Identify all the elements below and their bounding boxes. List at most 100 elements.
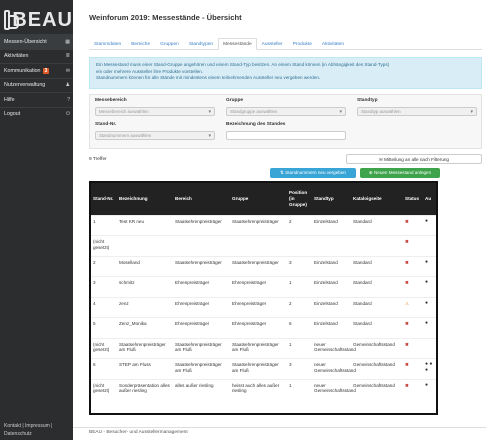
cell-bez	[117, 235, 173, 256]
logo-mark-icon	[4, 10, 20, 30]
filter-standnr-select[interactable]: Standnummern auswählen	[95, 131, 215, 140]
sidebar-item-label: Messen-Übersicht	[4, 38, 47, 45]
column-header[interactable]: Stand-Nr.	[91, 183, 117, 215]
tab-stammdaten[interactable]: Stammdaten	[89, 38, 126, 50]
cell-nr: 2	[91, 255, 117, 277]
cell-status[interactable]: ✖	[403, 337, 423, 359]
cell-bez: Staatsehrenpreisträger am Fluß	[117, 337, 173, 359]
filter-gruppe-select[interactable]: Standgruppe auswählen	[226, 107, 346, 116]
cell-status[interactable]: ✖	[403, 276, 423, 297]
table-row[interactable]: 5 Zenz_Monika Ehrenpreisträger Ehrenpreistr…	[91, 317, 436, 338]
column-header[interactable]: Au	[423, 183, 436, 215]
cell-au[interactable]: ● ● ●	[423, 358, 436, 379]
sidebar-item-label: Hilfe	[4, 96, 15, 103]
cell-status[interactable]: ⚠	[403, 296, 423, 318]
cell-status[interactable]: ✖	[403, 317, 423, 338]
sidebar-item-label: Nutzerverwaltung	[4, 82, 46, 89]
sidebar-footer: Kontakt | Impressum | Datenschutz	[4, 422, 52, 438]
cell-typ	[312, 235, 351, 256]
table-row[interactable]: 3 schmitz Ehrenpreisträger Ehrenpreisträger…	[91, 276, 436, 297]
table-row[interactable]: 1 Test KR neu Staatsehrenpreisträger Staats…	[91, 214, 436, 236]
page-title: Weinforum 2019: Messestände - Übersicht	[89, 13, 242, 22]
notification-badge: 3	[42, 67, 50, 74]
filter-standtyp-select[interactable]: Standtyp auswählen	[357, 107, 477, 116]
table-row[interactable]: (nicht gesetzt) Sonderpräsentation alles …	[91, 378, 436, 400]
cell-status[interactable]: ✖	[403, 378, 423, 400]
column-header[interactable]: Standtyp	[312, 183, 351, 215]
cell-au[interactable]	[423, 337, 436, 359]
column-header[interactable]: Status	[403, 183, 423, 215]
cell-nr: 1	[91, 214, 117, 236]
filter-standtyp-label: Standtyp	[357, 98, 378, 103]
sidebar-item-aktivitäten[interactable]: Aktivitäten ≣	[0, 48, 73, 64]
column-header[interactable]: Gruppe	[230, 183, 287, 215]
cell-nr: 6	[91, 358, 117, 379]
cell-au[interactable]	[423, 235, 436, 256]
cell-gruppe: Staatsehrenpreisträger	[230, 255, 287, 277]
tab-produkte[interactable]: Produkte	[288, 38, 317, 50]
logo[interactable]: BEAU	[0, 0, 73, 34]
stands-table-wrapper[interactable]: Stand-Nr. Bezeichnung Bereich Gruppe Positio…	[89, 181, 438, 415]
sidebar-item-logout[interactable]: Logout ⏻	[0, 106, 73, 122]
sidebar-item-hilfe[interactable]: Hilfe?	[0, 92, 73, 107]
list-icon: ≣	[65, 53, 70, 60]
cell-bereich: Ehrenpreisträger	[173, 276, 230, 297]
sidebar-footer-links[interactable]: Kontakt | Impressum |	[4, 422, 52, 430]
cell-status[interactable]: ✖	[403, 235, 423, 256]
sidebar-nav: Messen-Übersicht ▦ Aktivitäten ≣ Kommunikati…	[0, 34, 73, 121]
tab-aktivitäten[interactable]: Aktivitäten	[317, 38, 349, 50]
cell-kat: Standard	[351, 317, 403, 338]
tab-gruppen[interactable]: Gruppen	[155, 38, 184, 50]
cell-au[interactable]: ●	[423, 296, 436, 318]
info-box: Ein Messestand muss einer Stand-Gruppe a…	[89, 57, 482, 89]
cell-bereich: Staatsehrenpreisträger am Fluß	[173, 358, 230, 379]
cell-nr: 5	[91, 317, 117, 338]
cell-status[interactable]: ✖	[403, 214, 423, 236]
message-all-button[interactable]: ✉ Mitteilung an alle nach Filterung	[346, 154, 482, 164]
cell-au[interactable]: ●	[423, 317, 436, 338]
cell-bereich: Ehrenpreisträger	[173, 296, 230, 318]
table-row[interactable]: 4 zenz Ehrenpreisträger Ehrenpreisträger 2 Ei…	[91, 296, 436, 318]
column-header[interactable]: Position (in Gruppe)	[287, 183, 312, 215]
tab-bereiche[interactable]: Bereiche	[126, 38, 155, 50]
cell-nr: 3	[91, 276, 117, 297]
cell-status[interactable]: ✖	[403, 358, 423, 379]
cell-au[interactable]: ●	[423, 378, 436, 400]
stands-table: Stand-Nr. Bezeichnung Bereich Gruppe Positio…	[91, 183, 436, 400]
tab-aussteller[interactable]: Aussteller	[257, 38, 288, 50]
cell-pos: 1	[287, 276, 312, 297]
column-header[interactable]: Kataloigseite	[351, 183, 403, 215]
sidebar-item-nutzerverwaltung[interactable]: Nutzerverwaltung ♟	[0, 77, 73, 93]
sidebar-item-left: Logout	[4, 111, 20, 117]
new-stand-button[interactable]: ⊕ Neuen Messestand anlegen	[360, 168, 440, 178]
cell-au[interactable]: ●	[423, 276, 436, 297]
filter-messebereich-select[interactable]: Messebereich auswählen	[95, 107, 215, 116]
cell-bez: schmitz	[117, 276, 173, 297]
reassign-numbers-button[interactable]: ⇅ Standnummern neu vergeben	[270, 168, 356, 178]
page-footer: BEAU - Besucher- und Ausstellermanagemen…	[73, 427, 486, 435]
cell-au[interactable]: ●	[423, 255, 436, 277]
column-header[interactable]: Bezeichnung	[117, 183, 173, 215]
cell-typ: Einzelstand	[312, 214, 351, 236]
cell-kat: Standard	[351, 214, 403, 236]
sidebar-item-messen-übersicht[interactable]: Messen-Übersicht ▦	[0, 34, 73, 49]
cell-bez: Moselland	[117, 255, 173, 277]
tab-standtypen[interactable]: Standtypen	[184, 38, 218, 50]
table-row[interactable]: (nicht gesetzt) Staatsehrenpreisträger am…	[91, 337, 436, 359]
filter-bezeichnung-input[interactable]	[226, 131, 346, 140]
cell-gruppe: Ehrenpreisträger	[230, 296, 287, 318]
cell-bez: STEP am Fluss	[117, 358, 173, 379]
table-header-row: Stand-Nr. Bezeichnung Bereich Gruppe Positio…	[91, 183, 436, 215]
cell-au[interactable]: ●	[423, 214, 436, 236]
cell-typ: neuer Gemeinschaftsstand	[312, 337, 356, 359]
cell-gruppe: Staatsehrenpreisträger am Fluß	[230, 358, 287, 379]
table-row[interactable]: 6 STEP am Fluss Staatsehrenpreisträger am …	[91, 358, 436, 379]
sidebar-item-left: Messen-Übersicht	[4, 39, 47, 45]
column-header[interactable]: Bereich	[173, 183, 230, 215]
sidebar-item-kommunikation[interactable]: Kommunikation 3 ✉	[0, 63, 73, 78]
cell-status[interactable]: ✖	[403, 255, 423, 277]
sidebar-footer-datenschutz[interactable]: Datenschutz	[4, 430, 52, 438]
tab-messestände[interactable]: Messestände	[218, 38, 257, 50]
table-row[interactable]: 2 Moselland Staatsehrenpreisträger Staatseh…	[91, 255, 436, 277]
table-row[interactable]: (nicht gesetzt) ✖	[91, 235, 436, 256]
